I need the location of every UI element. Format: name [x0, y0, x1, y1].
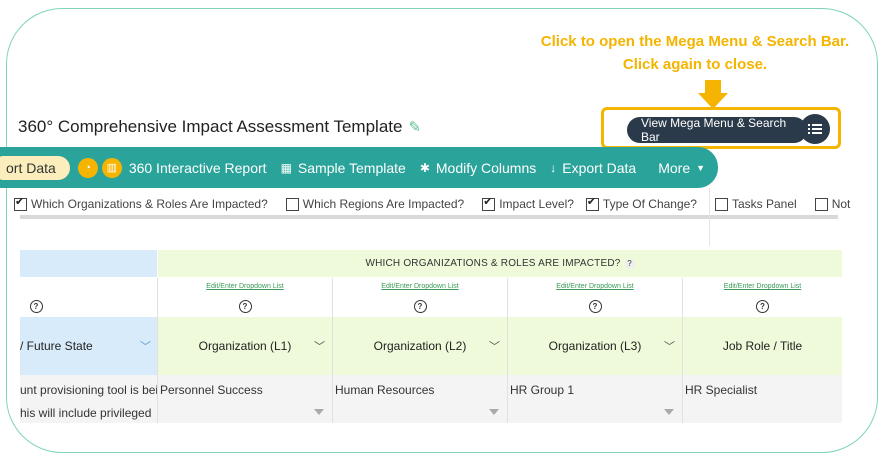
checkbox-box[interactable]: [482, 195, 496, 211]
help-icon[interactable]: ?: [756, 299, 769, 313]
callout-text: Click to open the Mega Menu & Search Bar…: [530, 30, 860, 76]
column-header-label: Organization (L2): [373, 339, 467, 353]
dropdown-arrow-icon[interactable]: [314, 409, 324, 415]
checkbox-label: Impact Level?: [499, 197, 574, 211]
checkbox-label: Which Organizations & Roles Are Impacted…: [31, 197, 268, 211]
column-divider: [332, 278, 333, 423]
column-header-org-l3[interactable]: Organization (L3) ﹀: [508, 317, 682, 375]
checkbox-box[interactable]: [714, 197, 728, 211]
modify-columns-button[interactable]: ✱ Modify Columns: [420, 160, 536, 176]
column-header-org-l2[interactable]: Organization (L2) ﹀: [333, 317, 507, 375]
dropdown-arrow-icon[interactable]: [489, 409, 499, 415]
toolbar: ort Data ◔ ▥ 360 Interactive Report ▦ Sa…: [0, 147, 718, 188]
bar-chart-icon[interactable]: ▥: [101, 157, 122, 178]
horizontal-scrollbar[interactable]: [20, 215, 838, 219]
help-cell: ?: [158, 295, 332, 317]
arrow-down-icon: [698, 80, 728, 109]
checkbox-type-of-change[interactable]: Type Of Change?: [585, 195, 697, 211]
edit-dropdown-link[interactable]: Edit/Enter Dropdown List: [158, 278, 332, 295]
callout-line-1: Click to open the Mega Menu & Search Bar…: [540, 33, 850, 50]
column-header-future-state[interactable]: / Future State ﹀: [20, 317, 157, 375]
checkbox-not[interactable]: Not: [814, 197, 851, 211]
edit-dropdown-link[interactable]: Edit/Enter Dropdown List: [683, 278, 842, 295]
column-header-label: Job Role / Title: [722, 339, 803, 353]
table-icon: ▦: [280, 160, 292, 175]
cell-value: Human Resources: [335, 383, 435, 397]
column-divider: [682, 278, 683, 423]
checkbox-organizations[interactable]: Which Organizations & Roles Are Impacted…: [14, 195, 268, 211]
table-cell-org-l3[interactable]: HR Group 1: [508, 375, 682, 423]
page-title-text: 360° Comprehensive Impact Assessment Tem…: [18, 117, 403, 136]
pencil-icon[interactable]: ✎: [408, 118, 421, 136]
column-header-label: Organization (L1): [198, 339, 292, 353]
help-icon[interactable]: ?: [238, 299, 252, 313]
group-header: WHICH ORGANIZATIONS & ROLES ARE IMPACTED…: [158, 250, 842, 277]
help-cell: ?: [20, 295, 52, 317]
mega-menu-button[interactable]: View Mega Menu & Search Bar: [627, 116, 807, 144]
callout-line-2: Click again to close.: [622, 56, 768, 73]
column-divider: [157, 278, 158, 423]
caret-down-icon: ▼: [696, 162, 706, 173]
group-header-text: WHICH ORGANIZATIONS & ROLES ARE IMPACTED…: [365, 258, 621, 269]
help-icon[interactable]: ?: [29, 299, 43, 313]
chevron-down-icon[interactable]: ﹀: [489, 338, 500, 354]
chevron-down-icon[interactable]: ﹀: [664, 338, 675, 354]
column-header-label: / Future State: [20, 339, 93, 353]
checkbox-label: Tasks Panel: [731, 197, 797, 211]
download-icon: ↓: [550, 160, 557, 175]
export-data-label: Export Data: [562, 159, 637, 176]
chevron-down-icon[interactable]: ﹀: [314, 338, 325, 354]
chevron-down-icon[interactable]: ﹀: [140, 338, 151, 354]
checkbox-box[interactable]: [285, 197, 299, 211]
help-cell: ?: [683, 295, 842, 317]
modify-columns-label: Modify Columns: [435, 159, 537, 176]
dropdown-arrow-icon[interactable]: [664, 409, 674, 415]
checkbox-label: Type Of Change?: [602, 197, 697, 211]
cell-value: HR Specialist: [685, 383, 758, 397]
cell-value: Personnel Success: [160, 383, 263, 397]
more-menu-button[interactable]: More ▼: [658, 160, 705, 176]
edit-dropdown-link[interactable]: Edit/Enter Dropdown List: [333, 278, 507, 295]
help-icon[interactable]: ?: [588, 299, 602, 313]
help-cell: ?: [508, 295, 682, 317]
pie-chart-icon[interactable]: ◔: [77, 157, 98, 178]
mega-menu-button-label: View Mega Menu & Search Bar: [641, 116, 787, 144]
table-cell-org-l1[interactable]: Personnel Success: [158, 375, 332, 423]
sample-template-label: Sample Template: [297, 159, 406, 176]
table-cell-org-l2[interactable]: Human Resources: [333, 375, 507, 423]
export-data-button[interactable]: ↓ Export Data: [550, 160, 636, 176]
cell-value: HR Group 1: [510, 383, 575, 397]
checkbox-impact-level[interactable]: Impact Level?: [482, 195, 574, 211]
edit-dropdown-link[interactable]: Edit/Enter Dropdown List: [508, 278, 682, 295]
interactive-report-label: 360 Interactive Report: [128, 159, 267, 176]
column-header-label: Organization (L3): [548, 339, 642, 353]
checkbox-box[interactable]: [814, 197, 828, 211]
column-toggle-row: Which Organizations & Roles Are Impacted…: [14, 195, 868, 213]
checkbox-tasks-panel[interactable]: Tasks Panel: [714, 197, 797, 211]
checkbox-label: Which Regions Are Impacted?: [302, 197, 465, 211]
checkbox-label: Not: [831, 197, 851, 211]
column-header-job-role[interactable]: Job Role / Title: [683, 317, 842, 375]
question-icon[interactable]: ?: [624, 258, 635, 269]
column-divider: [507, 278, 508, 423]
divider: [709, 188, 710, 246]
gear-icon: ✱: [419, 160, 430, 175]
list-icon[interactable]: [800, 114, 830, 144]
sample-template-button[interactable]: ▦ Sample Template: [281, 160, 406, 176]
table-cell-job-role[interactable]: HR Specialist: [683, 375, 842, 423]
export-data-pill[interactable]: ort Data: [0, 155, 70, 180]
cell-text-line-2: his will include privileged: [20, 406, 152, 420]
cell-text-line-1: unt provisioning tool is bei: [20, 383, 157, 397]
page-title: 360° Comprehensive Impact Assessment Tem…: [18, 117, 421, 137]
checkbox-regions[interactable]: Which Regions Are Impacted?: [285, 197, 465, 211]
help-cell: ?: [333, 295, 507, 317]
table-cell-description[interactable]: unt provisioning tool is bei his will in…: [20, 375, 157, 423]
checkbox-box[interactable]: [14, 195, 27, 211]
interactive-report-button[interactable]: 360 Interactive Report: [129, 160, 267, 176]
help-icon[interactable]: ?: [413, 299, 427, 313]
checkbox-box[interactable]: [585, 195, 599, 211]
group-header-left: [20, 250, 157, 277]
column-header-org-l1[interactable]: Organization (L1) ﹀: [158, 317, 332, 375]
more-label: More: [658, 159, 691, 176]
